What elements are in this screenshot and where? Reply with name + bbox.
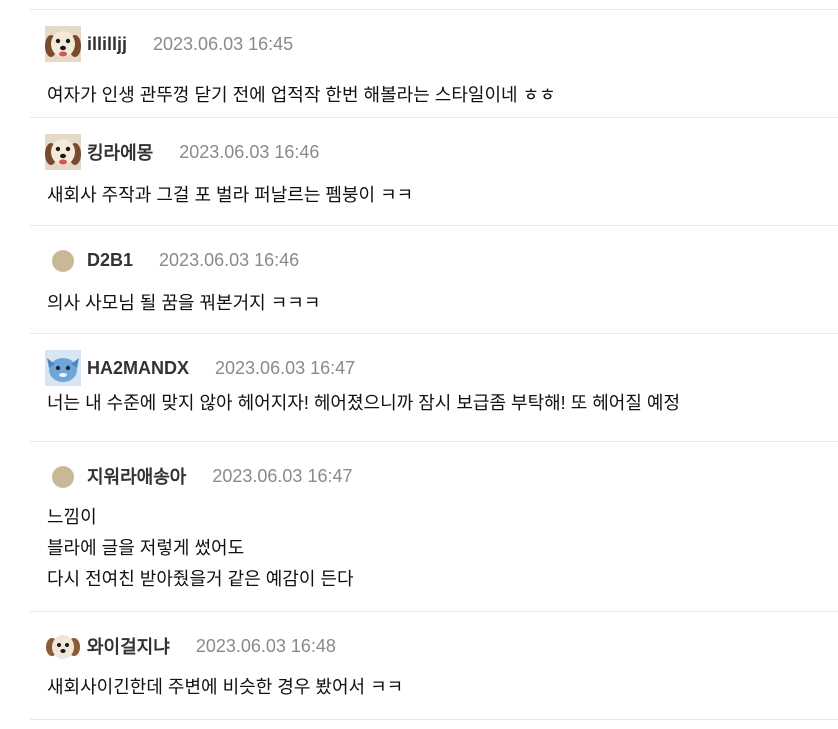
comment-text: 새회사 주작과 그걸 포 벌라 퍼날르는 펨붕이 ㅋㅋ — [47, 185, 414, 205]
comment-item: HA2MANDX 2023.06.03 16:47 너는 내 수준에 맞지 않아… — [30, 334, 838, 442]
comment-nickname[interactable]: 지워라애송아 — [87, 463, 186, 489]
comment-datetime: 2023.06.03 16:46 — [159, 249, 300, 270]
comment-datetime: 2023.06.03 16:47 — [215, 357, 356, 378]
dog-face-icon[interactable] — [45, 134, 81, 170]
comment-text: 의사 사모님 될 꿈을 꿔본거지 ㅋㅋㅋ — [47, 293, 321, 313]
comment-nickname[interactable]: D2B1 — [87, 250, 133, 271]
comment-datetime: 2023.06.03 16:45 — [153, 33, 294, 54]
comment-nickname[interactable]: 킹라에몽 — [87, 139, 153, 165]
comment-list: illilljj 2023.06.03 16:45 여자가 인생 관뚜껑 닫기 … — [30, 0, 838, 720]
comment-item: illilljj 2023.06.03 16:45 여자가 인생 관뚜껑 닫기 … — [30, 10, 838, 118]
comment-nickname[interactable]: illilljj — [87, 34, 127, 55]
default-avatar-icon[interactable] — [45, 242, 81, 278]
comment-text: 느낌이 블라에 글을 저렇게 썼어도 다시 전여친 받아줬을거 같은 예감이 든… — [47, 507, 354, 589]
dog-face-icon[interactable] — [45, 26, 81, 62]
comment-text: 여자가 인생 관뚜껑 닫기 전에 업적작 한번 해볼라는 스타일이네 ㅎㅎ — [47, 85, 556, 105]
comment-item: 킹라에몽 2023.06.03 16:46 새회사 주작과 그걸 포 벌라 퍼날… — [30, 118, 838, 226]
comment-item: 와이걸지냐 2023.06.03 16:48 새회사이긴한데 주변에 비슷한 경… — [30, 612, 838, 720]
blue-creature-icon[interactable] — [45, 350, 81, 386]
comment-nickname[interactable]: HA2MANDX — [87, 358, 189, 379]
comment-text: 너는 내 수준에 맞지 않아 헤어지자! 헤어졌으니까 잠시 보급좀 부탁해! … — [47, 393, 681, 413]
comment-nickname[interactable]: 와이걸지냐 — [87, 633, 170, 659]
comment-datetime: 2023.06.03 16:47 — [212, 465, 353, 486]
comment-datetime: 2023.06.03 16:48 — [195, 635, 336, 656]
comment-datetime: 2023.06.03 16:46 — [179, 141, 320, 162]
comment-item: 지워라애송아 2023.06.03 16:47 느낌이 블라에 글을 저렇게 썼… — [30, 442, 838, 612]
comment-item: D2B1 2023.06.03 16:46 의사 사모님 될 꿈을 꿔본거지 ㅋ… — [30, 226, 838, 334]
comment-text: 새회사이긴한데 주변에 비슷한 경우 봤어서 ㅋㅋ — [47, 677, 404, 697]
puppy-icon[interactable] — [45, 628, 81, 664]
divider — [30, 0, 838, 10]
default-avatar-icon[interactable] — [45, 458, 81, 494]
